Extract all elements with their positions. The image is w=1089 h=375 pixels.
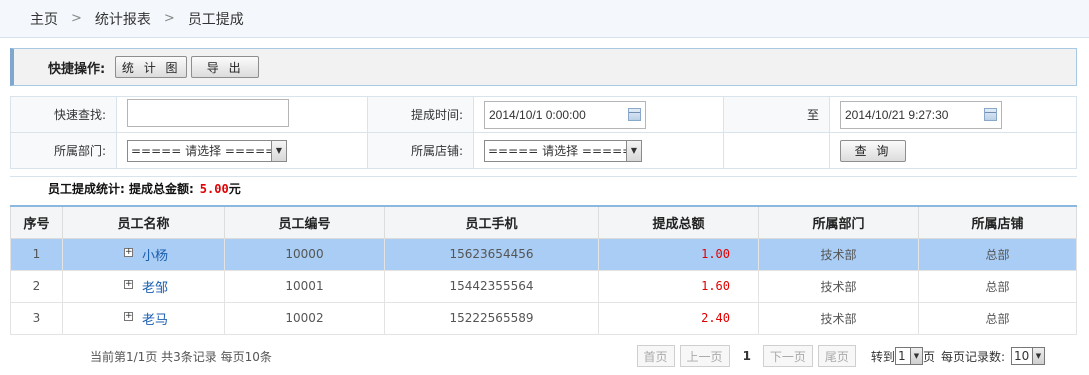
column-header-id: 员工编号 [224, 205, 385, 239]
row-index: 1 [10, 237, 63, 271]
commission-amount: 1.00 [598, 237, 759, 271]
employee-phone: 15623654456 [384, 237, 599, 271]
summary-unit: 元 [228, 182, 241, 196]
expand-icon[interactable]: + [124, 311, 133, 321]
breadcrumb-reports[interactable]: 统计报表 [95, 9, 151, 29]
table-row[interactable]: 1 + 小杨 10000 15623654456 1.00 技术部 总部 [10, 237, 1077, 271]
dropdown-arrow-icon[interactable]: ▼ [909, 348, 922, 364]
dropdown-arrow-icon[interactable]: ▼ [1032, 348, 1044, 364]
commission-amount: 2.40 [598, 301, 759, 335]
time-to-label: 至 [723, 96, 830, 133]
time-to-value: 2014/10/21 9:27:30 [845, 107, 949, 122]
last-page-button[interactable]: 尾页 [817, 345, 856, 367]
employee-name-cell: + 老邹 [62, 269, 225, 303]
calendar-icon[interactable] [628, 107, 641, 121]
row-index: 3 [10, 301, 63, 335]
summary-amount: 5.00 [199, 181, 229, 196]
chart-button[interactable]: 统 计 图 [115, 56, 188, 78]
query-button[interactable]: 查 询 [840, 139, 906, 162]
column-header-index: 序号 [10, 205, 63, 239]
calendar-icon[interactable] [984, 107, 997, 121]
per-page-select[interactable]: 10 ▼ [1011, 347, 1045, 365]
expand-icon[interactable]: + [124, 279, 133, 289]
employee-name-cell: + 老马 [62, 301, 225, 335]
breadcrumb-current: 员工提成 [187, 11, 244, 28]
quick-search-label: 快速查找: [10, 96, 117, 133]
column-header-commission: 提成总额 [598, 205, 759, 239]
time-from-value: 2014/10/1 0:00:00 [489, 107, 586, 122]
time-label: 提成时间: [367, 96, 474, 133]
pagination-info: 当前第1/1页 共3条记录 每页10条 [90, 349, 272, 364]
commission-table: 序号 员工名称 员工编号 员工手机 提成总额 所属部门 所属店铺 1 + 小杨 … [10, 205, 1077, 335]
employee-phone: 15442355564 [384, 269, 599, 303]
empty-cell [723, 132, 830, 169]
employee-phone: 15222565589 [384, 301, 599, 335]
per-page-label: 每页记录数: [940, 349, 1005, 364]
column-header-department: 所属部门 [758, 205, 919, 239]
chevron-right-icon: > [71, 11, 82, 26]
employee-id: 10001 [224, 269, 385, 303]
row-index: 2 [10, 269, 63, 303]
prev-page-button[interactable]: 上一页 [679, 345, 730, 367]
department: 技术部 [758, 237, 919, 271]
table-header-row: 序号 员工名称 员工编号 员工手机 提成总额 所属部门 所属店铺 [10, 205, 1077, 239]
department-select-value: ===== 请选择 ===== [131, 144, 276, 158]
department-label: 所属部门: [10, 132, 117, 169]
quick-search-input[interactable] [127, 99, 289, 127]
column-header-store: 所属店铺 [918, 205, 1077, 239]
time-from-input[interactable]: 2014/10/1 0:00:00 [484, 100, 646, 129]
export-button[interactable]: 导 出 [191, 56, 260, 78]
employee-name-link[interactable]: 小杨 [142, 249, 168, 264]
chevron-right-icon: > [163, 11, 175, 26]
store-select-value: ===== 请选择 ===== [488, 144, 633, 158]
department: 技术部 [758, 301, 919, 335]
department: 技术部 [758, 269, 919, 303]
per-page-value: 10 [1014, 349, 1030, 363]
table-row[interactable]: 3 + 老马 10002 15222565589 2.40 技术部 总部 [10, 301, 1077, 335]
employee-name-link[interactable]: 老邹 [142, 281, 168, 296]
employee-id: 10002 [224, 301, 385, 335]
table-row[interactable]: 2 + 老邹 10001 15442355564 1.60 技术部 总部 [10, 269, 1077, 303]
next-page-button[interactable]: 下一页 [762, 345, 813, 367]
store-select[interactable]: ===== 请选择 ===== ▼ [484, 139, 642, 162]
employee-name-link[interactable]: 老马 [142, 313, 168, 328]
page-suffix: 页 [922, 349, 935, 364]
dropdown-arrow-icon[interactable]: ▼ [626, 140, 641, 161]
goto-page-value: 1 [897, 349, 906, 363]
quick-actions-title: 快捷操作: [48, 61, 106, 77]
expand-icon[interactable]: + [124, 247, 133, 257]
department-select[interactable]: ===== 请选择 ===== ▼ [127, 139, 287, 162]
goto-page-select[interactable]: 1 ▼ [894, 347, 923, 365]
store: 总部 [918, 269, 1077, 303]
commission-summary: 员工提成统计: 提成总金额: 5.00 元 [10, 176, 1077, 200]
goto-label: 转到 [870, 349, 895, 364]
commission-amount: 1.60 [598, 269, 759, 303]
employee-id: 10000 [224, 237, 385, 271]
breadcrumb: 主页 > 统计报表 > 员工提成 [0, 0, 1089, 38]
employee-name-cell: + 小杨 [62, 237, 225, 271]
store: 总部 [918, 237, 1077, 271]
column-header-name: 员工名称 [62, 205, 225, 239]
summary-label: 员工提成统计: 提成总金额: [48, 182, 194, 196]
pagination: 当前第1/1页 共3条记录 每页10条 首页 上一页 1 下一页 尾页 转到 1… [10, 342, 1077, 370]
quick-actions-bar: 快捷操作: 统 计 图 导 出 [10, 48, 1077, 86]
current-page: 1 [742, 349, 751, 363]
first-page-button[interactable]: 首页 [636, 345, 675, 367]
breadcrumb-home[interactable]: 主页 [30, 9, 58, 29]
time-to-input[interactable]: 2014/10/21 9:27:30 [840, 100, 1002, 129]
dropdown-arrow-icon[interactable]: ▼ [271, 140, 286, 161]
column-header-phone: 员工手机 [384, 205, 599, 239]
search-form: 快速查找: 提成时间: 2014/10/1 0:00:00 至 2014/10/… [10, 96, 1077, 169]
store: 总部 [918, 301, 1077, 335]
store-label: 所属店铺: [367, 132, 474, 169]
